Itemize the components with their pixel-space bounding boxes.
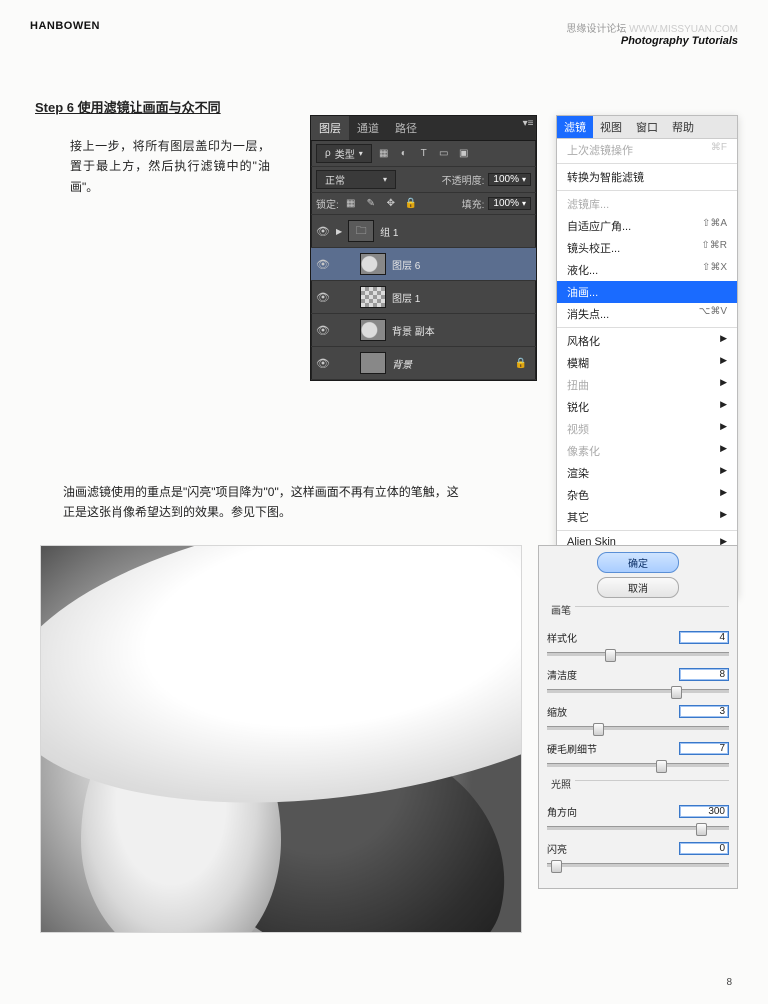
menu-sharpen[interactable]: 锐化▶ <box>557 396 737 418</box>
label-angle: 角方向 <box>547 804 602 819</box>
slider-angle[interactable] <box>547 821 729 835</box>
tab-paths[interactable]: 路径 <box>387 116 425 140</box>
value-shine[interactable]: 0 <box>679 842 729 855</box>
opacity-field[interactable]: 100%▾ <box>488 173 531 186</box>
lock-all-icon[interactable]: 🔒 <box>403 197 419 211</box>
cancel-button[interactable]: 取消 <box>597 577 679 598</box>
layer-thumbnail <box>360 286 386 308</box>
menu-blur[interactable]: 模糊▶ <box>557 352 737 374</box>
layer-1[interactable]: 👁 图层 1 <box>311 281 536 314</box>
menu-smart[interactable]: 转换为智能滤镜 <box>557 166 737 188</box>
menu-stylize[interactable]: 风格化▶ <box>557 330 737 352</box>
tab-channels[interactable]: 通道 <box>349 116 387 140</box>
folder-icon: 🗀 <box>348 220 374 242</box>
visibility-icon[interactable]: 👁 <box>316 291 330 304</box>
filter-adjust-icon[interactable]: ◐ <box>396 147 412 161</box>
filter-shape-icon[interactable]: ▭ <box>436 147 452 161</box>
group-brush: 画笔 <box>547 606 729 626</box>
layer-6[interactable]: 👁 图层 6 <box>311 248 536 281</box>
menu-pixelate: 像素化▶ <box>557 440 737 462</box>
slider-shine[interactable] <box>547 858 729 872</box>
menu-tab-window[interactable]: 窗口 <box>629 116 665 138</box>
tutorial-title: Photography Tutorials <box>621 35 738 47</box>
layers-panel: 图层 通道 路径 ▾≡ ρ 类型 ▾ ▦ ◐ T ▭ ▣ 正常 ▾ 不透明度: … <box>310 115 537 381</box>
lock-transparent-icon[interactable]: ▦ <box>343 197 359 211</box>
value-angle[interactable]: 300 <box>679 805 729 818</box>
blend-mode-dropdown[interactable]: 正常 ▾ <box>316 170 396 189</box>
layer-thumbnail <box>360 352 386 374</box>
menu-gallery: 滤镜库... <box>557 193 737 215</box>
ok-button[interactable]: 确定 <box>597 552 679 573</box>
filter-kind-dropdown[interactable]: ρ 类型 ▾ <box>316 144 372 163</box>
layer-label: 图层 1 <box>392 290 420 305</box>
menu-lens[interactable]: 镜头校正...⇧⌘R <box>557 237 737 259</box>
label-scale: 缩放 <box>547 704 602 719</box>
value-clean[interactable]: 8 <box>679 668 729 681</box>
layer-label: 组 1 <box>380 224 398 239</box>
menu-render[interactable]: 渲染▶ <box>557 462 737 484</box>
value-stylize[interactable]: 4 <box>679 631 729 644</box>
lock-pixels-icon[interactable]: ✎ <box>363 197 379 211</box>
layer-bg-copy[interactable]: 👁 背景 副本 <box>311 314 536 347</box>
filter-text-icon[interactable]: T <box>416 147 432 161</box>
result-photo <box>40 545 522 933</box>
tab-layers[interactable]: 图层 <box>311 116 349 140</box>
layer-label: 背景 副本 <box>392 323 435 338</box>
lock-icon: 🔒 <box>515 358 531 369</box>
brand: HANBOWEN <box>30 20 100 47</box>
visibility-icon[interactable]: 👁 <box>316 225 330 238</box>
fill-field[interactable]: 100%▾ <box>488 197 531 210</box>
paragraph-oil-note: 油画滤镜使用的重点是"闪亮"项目降为"0"，这样画面不再有立体的笔触，这正是这张… <box>63 482 463 523</box>
lock-position-icon[interactable]: ✥ <box>383 197 399 211</box>
menu-vanish[interactable]: 消失点...⌥⌘V <box>557 303 737 325</box>
panel-menu-icon[interactable]: ▾≡ <box>520 116 536 130</box>
menu-noise[interactable]: 杂色▶ <box>557 484 737 506</box>
slider-stylize[interactable] <box>547 647 729 661</box>
menu-wide[interactable]: 自适应广角...⇧⌘A <box>557 215 737 237</box>
fill-label: 填充: <box>462 196 485 211</box>
forum: 思缘设计论坛 <box>566 24 626 35</box>
layer-thumbnail <box>360 319 386 341</box>
chevron-right-icon[interactable]: ▶ <box>336 227 342 236</box>
visibility-icon[interactable]: 👁 <box>316 258 330 271</box>
value-scale[interactable]: 3 <box>679 705 729 718</box>
menu-last-filter: 上次滤镜操作⌘F <box>557 139 737 161</box>
label-stylize: 样式化 <box>547 630 602 645</box>
opacity-label: 不透明度: <box>442 172 485 187</box>
filter-smart-icon[interactable]: ▣ <box>456 147 472 161</box>
layer-label: 图层 6 <box>392 257 420 272</box>
menu-oil[interactable]: 油画... <box>557 281 737 303</box>
menu-tab-help[interactable]: 帮助 <box>665 116 701 138</box>
page-header-right: 思缘设计论坛 WWW.MISSYUAN.COM Photography Tuto… <box>566 20 738 47</box>
menu-video: 视频▶ <box>557 418 737 440</box>
layer-background[interactable]: 👁 背景 🔒 <box>311 347 536 380</box>
intro-paragraph: 接上一步，将所有图层盖印为一层，置于最上方，然后执行滤镜中的"油画"。 <box>70 136 270 197</box>
visibility-icon[interactable]: 👁 <box>316 357 330 370</box>
step-heading: Step 6 使用滤镜让画面与众不同 <box>35 97 768 116</box>
visibility-icon[interactable]: 👁 <box>316 324 330 337</box>
menu-tab-filter[interactable]: 滤镜 <box>557 116 593 138</box>
layer-label: 背景 <box>392 356 412 371</box>
filter-menu: 滤镜 视图 窗口 帮助 上次滤镜操作⌘F 转换为智能滤镜 滤镜库... 自适应广… <box>556 115 738 597</box>
lock-label: 锁定: <box>316 196 339 211</box>
menu-distort: 扭曲▶ <box>557 374 737 396</box>
oil-options-panel: 确定 取消 画笔 样式化4 清洁度8 缩放3 硬毛刷细节7 光照 角方向300 … <box>538 545 738 889</box>
layer-thumbnail <box>360 253 386 275</box>
menu-tab-view[interactable]: 视图 <box>593 116 629 138</box>
slider-clean[interactable] <box>547 684 729 698</box>
label-detail: 硬毛刷细节 <box>547 741 602 756</box>
page-number: 8 <box>726 977 732 988</box>
slider-detail[interactable] <box>547 758 729 772</box>
filter-image-icon[interactable]: ▦ <box>376 147 392 161</box>
slider-scale[interactable] <box>547 721 729 735</box>
label-shine: 闪亮 <box>547 841 602 856</box>
menu-liquefy[interactable]: 液化...⇧⌘X <box>557 259 737 281</box>
value-detail[interactable]: 7 <box>679 742 729 755</box>
site-url: WWW.MISSYUAN.COM <box>629 24 738 35</box>
menu-other[interactable]: 其它▶ <box>557 506 737 528</box>
layer-group[interactable]: 👁 ▶ 🗀 组 1 <box>311 215 536 248</box>
group-light: 光照 <box>547 780 729 800</box>
label-clean: 清洁度 <box>547 667 602 682</box>
